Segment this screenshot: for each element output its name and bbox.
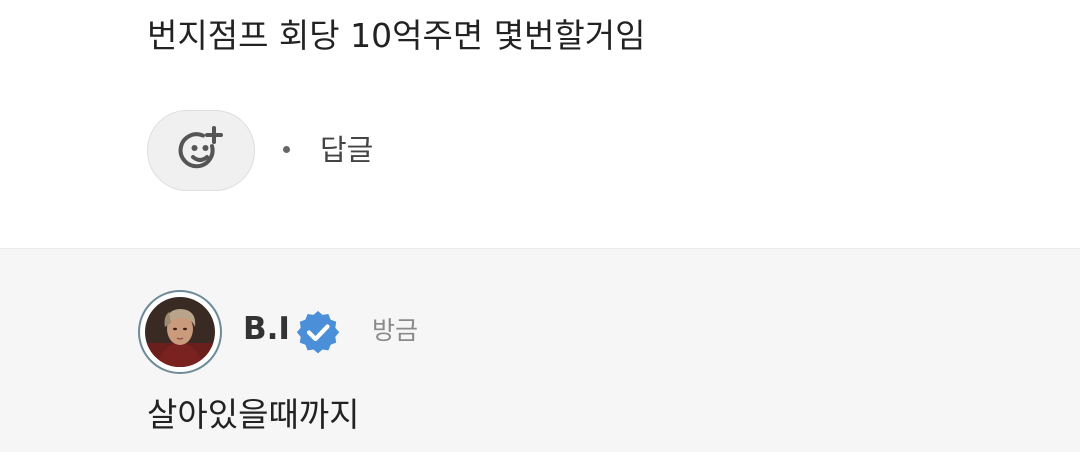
- comment-text: 번지점프 회당 10억주면 몇번할거임: [147, 16, 646, 55]
- separator-dot: [283, 146, 290, 153]
- reply-text: 살아있을때까지: [147, 395, 360, 434]
- verified-badge-icon: [296, 310, 340, 354]
- avatar-photo: [145, 297, 215, 367]
- avatar[interactable]: [138, 290, 222, 374]
- add-reaction-button[interactable]: [147, 110, 255, 191]
- parent-comment: 번지점프 회당 10억주면 몇번할거임 답글: [0, 0, 1080, 248]
- add-emoji-icon: [178, 125, 223, 168]
- author-name[interactable]: B.I: [243, 307, 290, 351]
- reply-button[interactable]: 답글: [320, 130, 373, 170]
- reply-comment: B.I 방금 살아있을때까지: [0, 248, 1080, 452]
- timestamp: 방금: [372, 316, 419, 345]
